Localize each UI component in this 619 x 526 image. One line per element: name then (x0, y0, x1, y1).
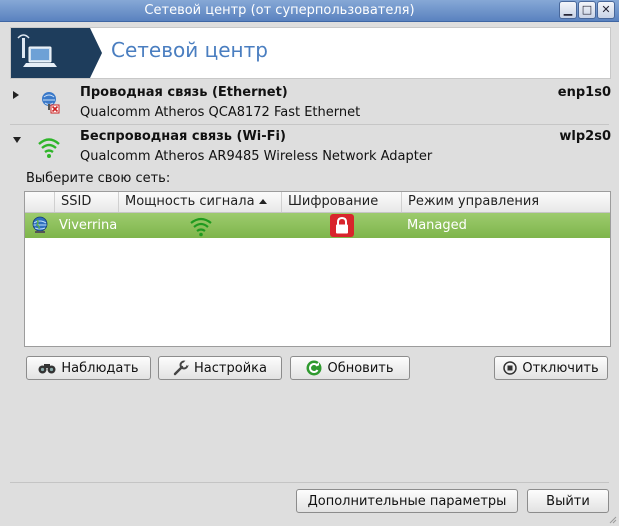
table-header: SSID Мощность сигнала Шифрование Режим у… (25, 192, 610, 213)
quit-button-label: Выйти (546, 493, 590, 509)
ethernet-device: Qualcomm Atheros QCA8172 Fast Ethernet (80, 105, 361, 120)
window-title: Сетевой центр (от суперпользователя) (144, 3, 415, 18)
sort-ascending-icon (258, 199, 267, 204)
network-table[interactable]: SSID Мощность сигнала Шифрование Режим у… (24, 191, 611, 347)
lock-icon (330, 214, 354, 237)
column-header-mode[interactable]: Режим управления (402, 192, 610, 212)
column-header-icon[interactable] (25, 192, 55, 212)
ethernet-section[interactable]: Проводная связь (Ethernet) Qualcomm Athe… (10, 85, 611, 123)
configure-button[interactable]: Настройка (158, 356, 282, 380)
wrench-icon (173, 360, 190, 376)
close-button[interactable]: ✕ (597, 1, 615, 19)
column-header-ssid[interactable]: SSID (55, 192, 119, 212)
ethernet-interface: enp1s0 (557, 85, 611, 100)
section-divider (10, 124, 609, 125)
network-globe-icon (31, 216, 49, 236)
binoculars-icon (38, 364, 56, 374)
wifi-device: Qualcomm Atheros AR9485 Wireless Network… (80, 149, 433, 164)
maximize-icon: □ (581, 3, 593, 16)
disconnect-button-label: Отключить (522, 360, 599, 376)
disconnect-button[interactable]: Отключить (494, 356, 608, 380)
expand-arrow-icon[interactable] (13, 91, 19, 99)
ethernet-name: Проводная связь (Ethernet) (80, 85, 288, 100)
footer-divider (10, 482, 609, 483)
wifi-name: Беспроводная связь (Wi-Fi) (80, 129, 286, 144)
stop-icon (503, 361, 518, 375)
laptop-network-icon (17, 34, 57, 67)
quit-button[interactable]: Выйти (527, 489, 609, 513)
wifi-interface: wlp2s0 (559, 129, 611, 144)
column-header-signal[interactable]: Мощность сигнала (119, 192, 282, 212)
choose-network-label: Выберите свою сеть: (26, 171, 171, 186)
maximize-button[interactable]: □ (578, 1, 596, 19)
header-banner: Сетевой центр (10, 27, 611, 79)
ethernet-disconnected-icon (36, 88, 62, 114)
wifi-icon (36, 135, 62, 161)
resize-grip-icon[interactable] (609, 516, 617, 524)
network-ssid: Viverrina (59, 218, 118, 233)
monitor-button-label: Наблюдать (61, 360, 139, 376)
wifi-full-icon (189, 215, 213, 237)
advanced-settings-button-label: Дополнительные параметры (307, 493, 507, 509)
advanced-settings-button[interactable]: Дополнительные параметры (296, 489, 518, 513)
minimize-button[interactable]: ▁ (559, 1, 577, 19)
window-titlebar[interactable]: Сетевой центр (от суперпользователя) ▁ □… (0, 0, 619, 22)
close-icon: ✕ (601, 3, 611, 16)
collapse-arrow-icon[interactable] (13, 137, 21, 143)
wifi-section[interactable]: Беспроводная связь (Wi-Fi) Qualcomm Athe… (10, 129, 611, 167)
column-header-encryption[interactable]: Шифрование (282, 192, 402, 212)
minimize-icon: ▁ (563, 3, 573, 16)
table-row[interactable]: Viverrina Managed (25, 213, 610, 238)
refresh-button[interactable]: Обновить (290, 356, 410, 380)
configure-button-label: Настройка (194, 360, 267, 376)
column-header-signal-label: Мощность сигнала (125, 194, 255, 209)
page-title: Сетевой центр (111, 38, 268, 62)
monitor-button[interactable]: Наблюдать (26, 356, 151, 380)
refresh-button-label: Обновить (327, 360, 394, 376)
network-center-logo (11, 28, 90, 78)
network-mode: Managed (407, 218, 467, 233)
refresh-icon (306, 360, 322, 376)
